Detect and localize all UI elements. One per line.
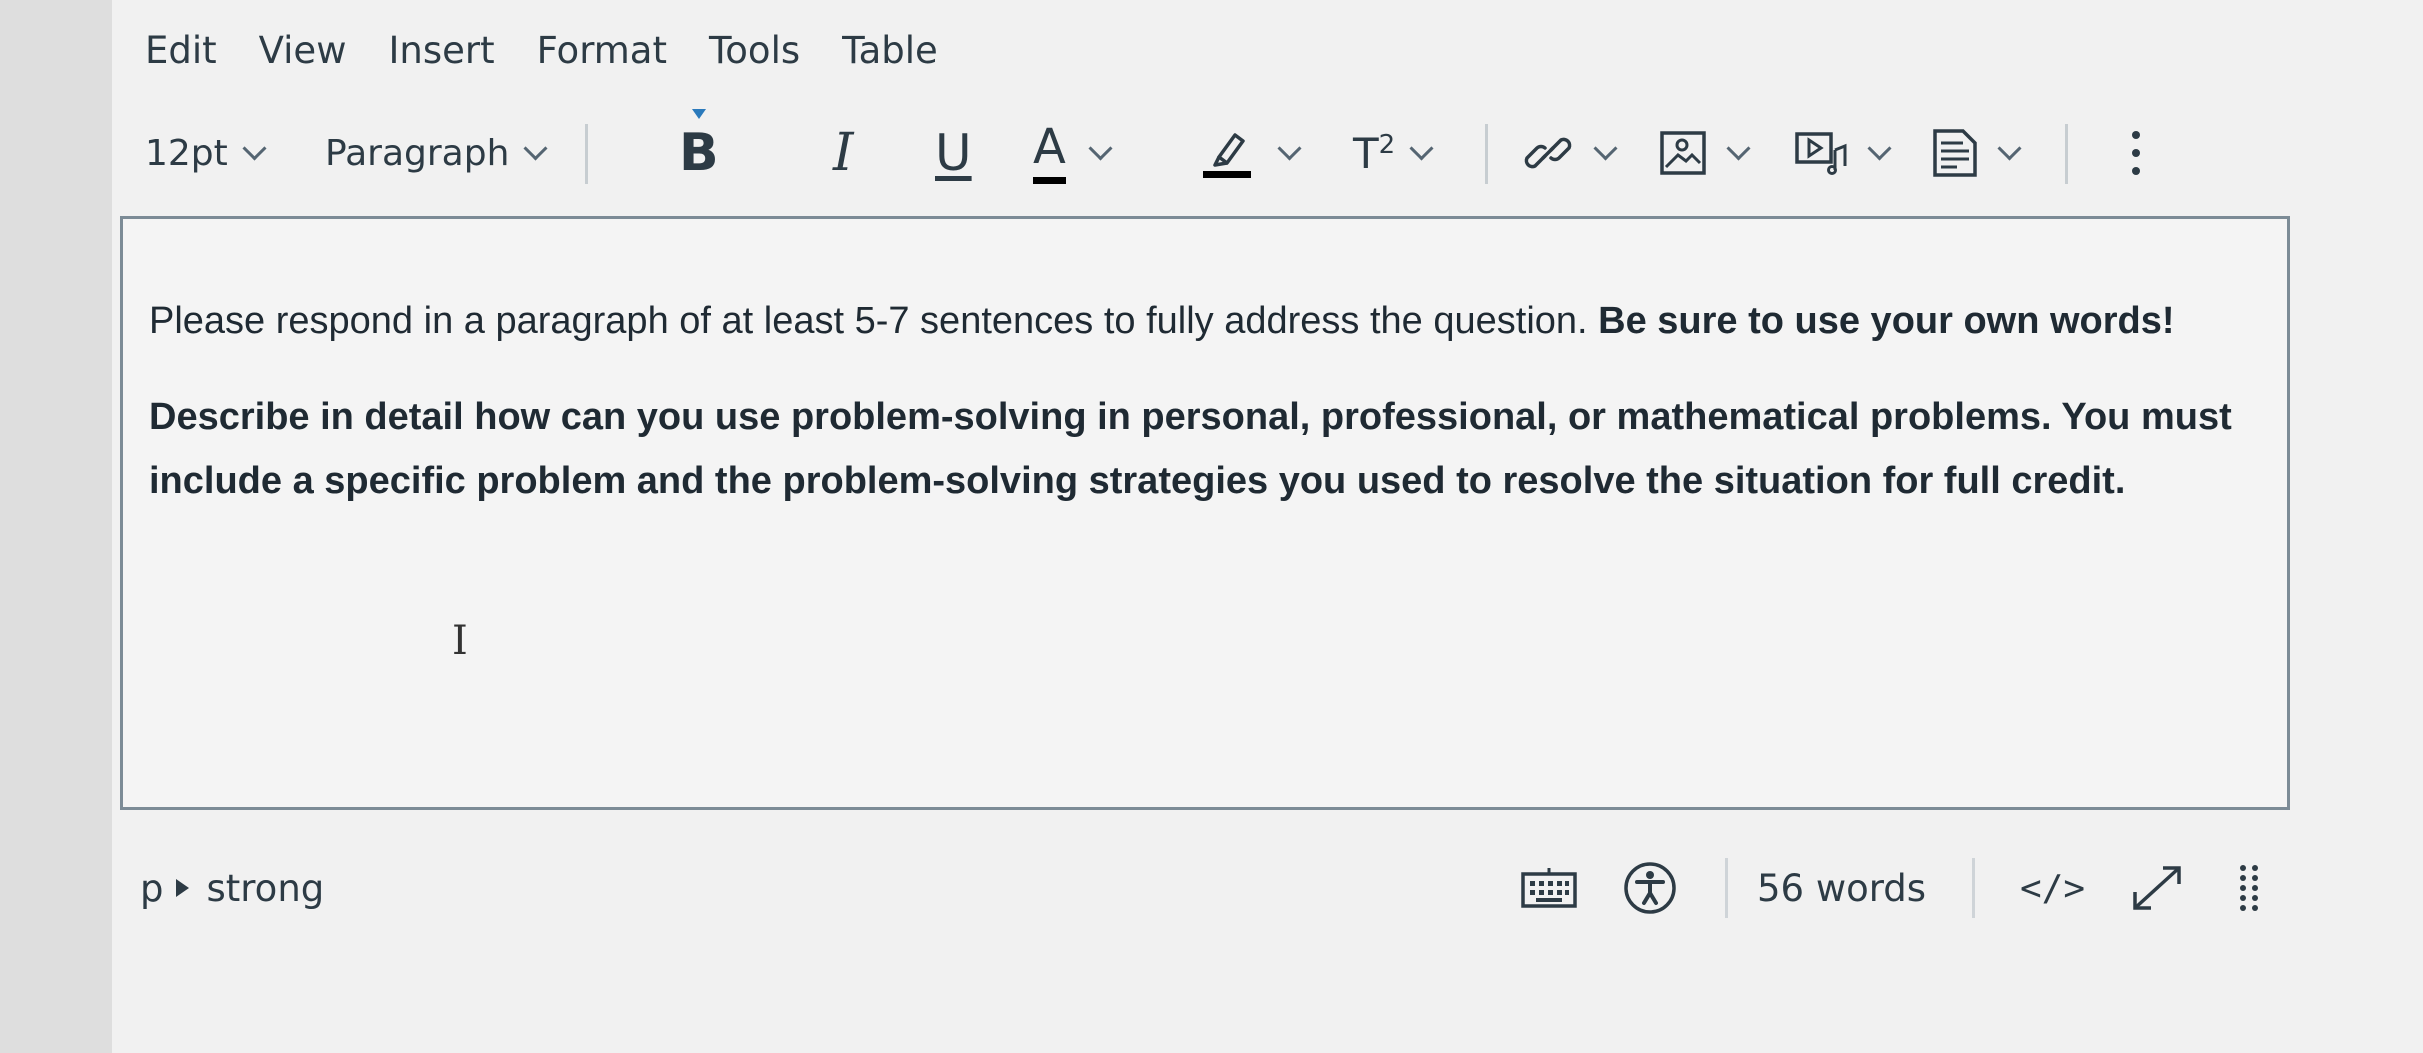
accessibility-icon bbox=[1624, 862, 1676, 914]
menu-format[interactable]: Format bbox=[537, 29, 667, 72]
more-vertical-icon bbox=[2132, 131, 2140, 175]
underline-button[interactable]: U bbox=[935, 112, 972, 194]
chevron-down-icon bbox=[523, 135, 548, 161]
chevron-down-icon bbox=[1726, 135, 1751, 161]
chevron-down-icon bbox=[242, 135, 267, 161]
document-button[interactable] bbox=[1933, 112, 2022, 194]
media-icon bbox=[1795, 132, 1847, 175]
font-color-icon: A bbox=[1033, 123, 1066, 184]
italic-button[interactable]: I bbox=[833, 112, 854, 194]
instruction-text: Please respond in a paragraph of at leas… bbox=[149, 300, 1599, 342]
text-cursor-icon: I bbox=[452, 618, 468, 664]
drag-handle-icon bbox=[2240, 865, 2258, 911]
highlighter-icon bbox=[1203, 133, 1251, 178]
underline-icon: U bbox=[935, 124, 972, 182]
document-icon bbox=[1933, 129, 1977, 177]
expand-icon bbox=[2133, 866, 2181, 910]
chevron-down-icon bbox=[1088, 135, 1113, 161]
instruction-paragraph: Please respond in a paragraph of at leas… bbox=[149, 289, 2247, 353]
bold-button[interactable]: B bbox=[679, 109, 719, 194]
highlight-color-button[interactable] bbox=[1203, 112, 1302, 194]
font-size-value: 12pt bbox=[145, 132, 228, 174]
toolbar-separator bbox=[1485, 124, 1488, 184]
html-editor-toggle[interactable]: </> bbox=[2020, 848, 2085, 928]
image-icon bbox=[1660, 131, 1706, 175]
superscript-button[interactable]: T2 bbox=[1353, 112, 1434, 194]
superscript-exp: 2 bbox=[1378, 129, 1396, 160]
menu-tools[interactable]: Tools bbox=[709, 29, 800, 72]
chevron-down-icon bbox=[1277, 135, 1302, 161]
word-count: 56 words bbox=[1757, 866, 1927, 910]
keyboard-icon bbox=[1521, 868, 1577, 908]
accessibility-checker-button[interactable] bbox=[1622, 862, 1678, 914]
path-element-p[interactable]: p bbox=[140, 867, 164, 910]
chevron-down-icon bbox=[1997, 135, 2022, 161]
element-path: p strong bbox=[140, 848, 324, 928]
superscript-icon: T2 bbox=[1353, 129, 1395, 178]
editor-content-area[interactable]: Please respond in a paragraph of at leas… bbox=[120, 216, 2290, 810]
menu-edit[interactable]: Edit bbox=[145, 29, 217, 72]
resize-handle[interactable] bbox=[2235, 862, 2265, 914]
toolbar-separator bbox=[2065, 124, 2068, 184]
bold-icon: B bbox=[679, 109, 719, 183]
menu-insert[interactable]: Insert bbox=[388, 29, 494, 72]
more-options-button[interactable] bbox=[2130, 112, 2142, 194]
link-icon bbox=[1524, 137, 1572, 169]
chevron-down-icon bbox=[1409, 135, 1434, 161]
status-bar: p strong 56 words </> bbox=[140, 848, 2290, 928]
menu-bar: Edit View Insert Format Tools Table bbox=[145, 22, 980, 78]
path-arrow-icon bbox=[175, 879, 189, 897]
font-size-dropdown[interactable]: 12pt bbox=[145, 112, 267, 194]
active-indicator-icon bbox=[691, 109, 706, 119]
path-element-strong[interactable]: strong bbox=[207, 867, 325, 910]
superscript-base: T bbox=[1353, 128, 1379, 178]
toolbar-separator bbox=[585, 124, 588, 184]
left-margin bbox=[0, 0, 112, 1053]
status-separator bbox=[1972, 858, 1975, 918]
menu-table[interactable]: Table bbox=[842, 29, 938, 72]
keyboard-shortcuts-button[interactable] bbox=[1518, 862, 1580, 914]
bold-label: B bbox=[679, 123, 719, 183]
question-bold-text: Describe in detail how can you use probl… bbox=[149, 396, 2232, 502]
instruction-bold-text: Be sure to use your own words! bbox=[1598, 300, 2175, 342]
toolbar: 12pt Paragraph B I U A T2 bbox=[145, 109, 2305, 194]
fullscreen-button[interactable] bbox=[2125, 862, 2189, 914]
image-button[interactable] bbox=[1660, 112, 1751, 194]
status-separator bbox=[1725, 858, 1728, 918]
block-format-dropdown[interactable]: Paragraph bbox=[325, 112, 548, 194]
font-color-button[interactable]: A bbox=[1033, 112, 1113, 194]
link-button[interactable] bbox=[1523, 112, 1618, 194]
chevron-down-icon bbox=[1593, 135, 1618, 161]
block-format-value: Paragraph bbox=[325, 132, 510, 174]
italic-icon: I bbox=[833, 123, 854, 183]
chevron-down-icon bbox=[1867, 135, 1892, 161]
media-button[interactable] bbox=[1795, 112, 1892, 194]
question-paragraph: Describe in detail how can you use probl… bbox=[149, 385, 2247, 513]
menu-view[interactable]: View bbox=[259, 29, 347, 72]
